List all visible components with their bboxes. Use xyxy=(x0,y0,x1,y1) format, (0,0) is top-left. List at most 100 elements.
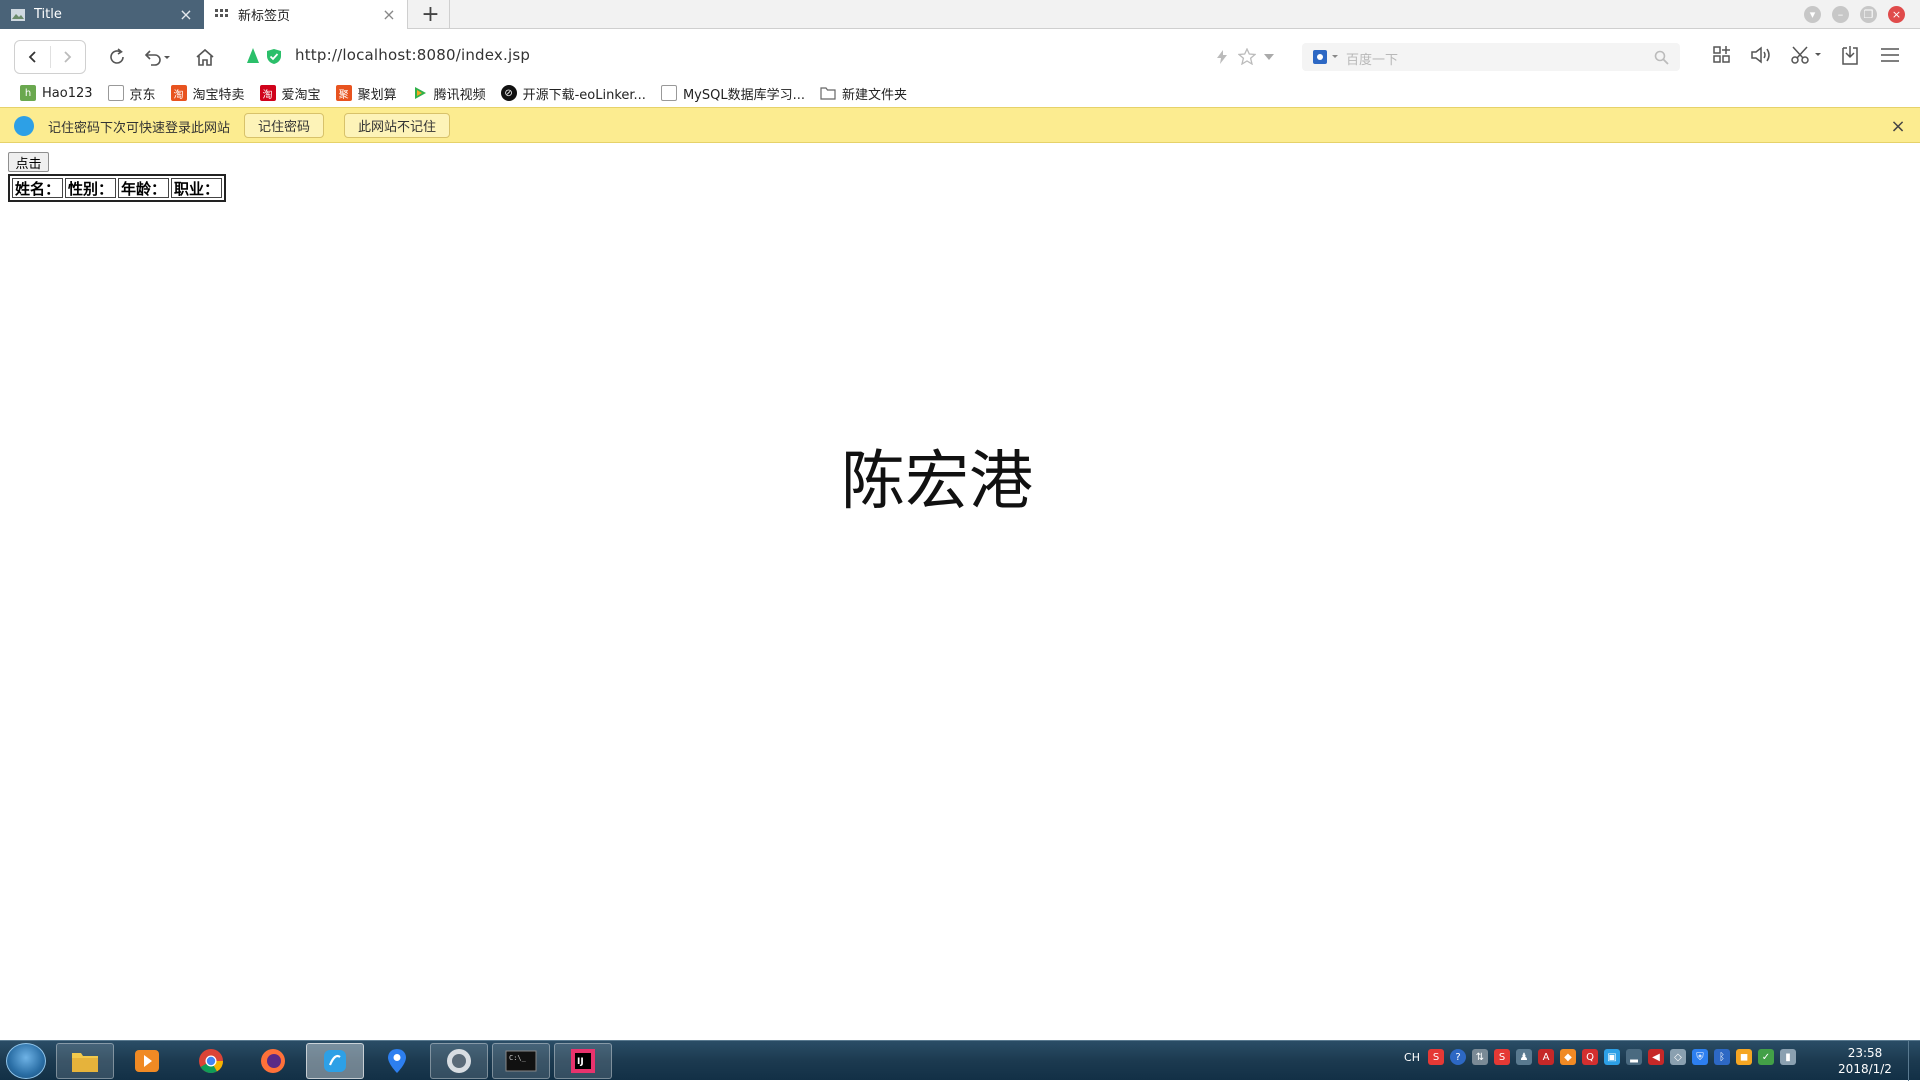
taskbar-chrome[interactable] xyxy=(182,1043,240,1079)
bookmark-eolinker[interactable]: ⊘ 开源下载-eoLinker... xyxy=(500,84,646,103)
table-header-age: 年龄： xyxy=(118,178,170,198)
download-icon[interactable] xyxy=(1840,44,1860,66)
bookmark-jd[interactable]: 京东 xyxy=(107,84,156,103)
eolinker-icon: ⊘ xyxy=(500,85,517,101)
media-player-icon xyxy=(135,1050,159,1072)
taskbar-file-explorer[interactable] xyxy=(56,1043,114,1079)
map-pin-icon xyxy=(388,1049,406,1073)
menu-icon[interactable] xyxy=(1880,46,1900,64)
chevron-down-icon[interactable] xyxy=(1264,54,1274,60)
bookmark-tencent-video[interactable]: 腾讯视频 xyxy=(412,84,486,103)
user-icon[interactable]: ♟ xyxy=(1516,1049,1532,1065)
big-name-text: 陈宏港 xyxy=(841,445,1033,519)
account-icon[interactable]: ▾ xyxy=(1804,6,1821,23)
bookmarks-bar: h Hao123 京东 淘 淘宝特卖 淘 爱淘宝 聚 聚划算 腾讯视频 ⊘ 开源… xyxy=(0,79,1920,107)
taskbar-app-circle[interactable] xyxy=(430,1043,488,1079)
clock-date: 2018/1/2 xyxy=(1838,1062,1892,1076)
speed-mode-icon[interactable] xyxy=(245,47,261,65)
tray-orange-icon[interactable]: ◼ xyxy=(1736,1049,1752,1065)
taskbar-firefox[interactable] xyxy=(244,1043,302,1079)
graduation-app-icon xyxy=(447,1049,471,1073)
diamond-icon[interactable]: ◇ xyxy=(1670,1049,1686,1065)
chrome-icon xyxy=(199,1049,223,1074)
qq-icon[interactable]: Q xyxy=(1582,1049,1598,1065)
chevron-left-icon xyxy=(28,51,36,63)
search-icon[interactable] xyxy=(1654,50,1669,65)
bluetooth-icon[interactable]: ᛒ xyxy=(1714,1049,1730,1065)
forward-button[interactable] xyxy=(50,41,84,73)
taskbar-maps[interactable] xyxy=(368,1043,426,1079)
juhuasuan-icon: 聚 xyxy=(335,85,352,101)
screenshot-scissors-icon[interactable] xyxy=(1790,45,1824,65)
search-placeholder: 百度一下 xyxy=(1346,53,1399,68)
reload-button[interactable] xyxy=(100,41,134,73)
table-header-occupation: 职业： xyxy=(171,178,223,198)
tab-title[interactable]: Title × xyxy=(0,0,204,29)
new-tab-button[interactable]: + xyxy=(412,0,450,29)
system-clock[interactable]: 23:58 2018/1/2 xyxy=(1830,1045,1900,1077)
signal-icon[interactable]: ▂ xyxy=(1626,1049,1642,1065)
lightning-icon[interactable] xyxy=(1216,50,1228,64)
input-language-indicator[interactable]: CH xyxy=(1402,1049,1422,1065)
taobao-icon: 淘 xyxy=(170,85,187,101)
star-bookmark-icon[interactable] xyxy=(1238,48,1256,65)
bookmark-hao123[interactable]: h Hao123 xyxy=(20,85,93,101)
tab-label: Title xyxy=(34,7,62,22)
tray-green-icon[interactable]: ✓ xyxy=(1758,1049,1774,1065)
speaker-muted-icon[interactable]: ◀ xyxy=(1648,1049,1664,1065)
show-desktop-button[interactable] xyxy=(1908,1041,1920,1081)
battery-icon[interactable]: ▮ xyxy=(1780,1049,1796,1065)
start-button[interactable] xyxy=(6,1043,46,1079)
aitaobao-icon: 淘 xyxy=(259,85,276,101)
minimize-icon[interactable]: – xyxy=(1832,6,1849,23)
remember-password-button[interactable]: 记住密码 xyxy=(244,113,324,138)
info-table: 姓名： 性别： 年龄： 职业： xyxy=(8,174,227,202)
close-window-icon[interactable]: × xyxy=(1888,6,1905,23)
secure-shield-icon[interactable] xyxy=(266,48,282,65)
page-icon xyxy=(107,85,124,101)
bookmark-juhuasuan[interactable]: 聚 聚划算 xyxy=(335,84,397,103)
tray-window-icon[interactable]: ▣ xyxy=(1604,1049,1620,1065)
close-infobar-icon[interactable]: × xyxy=(1888,116,1908,137)
tab-strip: Title × 新标签页 × + ▾ – ❐ × xyxy=(0,0,1920,29)
click-button[interactable]: 点击 xyxy=(8,152,49,172)
taskbar-browser-active[interactable] xyxy=(306,1043,364,1079)
address-bar[interactable]: http://localhost:8080/index.jsp xyxy=(295,46,530,64)
svg-text:C:\_: C:\_ xyxy=(509,1054,527,1062)
search-engine-icon[interactable] xyxy=(1312,49,1340,65)
close-tab-icon[interactable]: × xyxy=(178,5,194,24)
bookmark-mysql[interactable]: MySQL数据库学习... xyxy=(660,84,805,103)
save-password-infobar: 记住密码下次可快速登录此网站 记住密码 此网站不记住 × xyxy=(0,107,1920,143)
bookmark-taobao-temai[interactable]: 淘 淘宝特卖 xyxy=(170,84,245,103)
undo-close-button[interactable] xyxy=(140,41,174,73)
bookmark-new-folder[interactable]: 新建文件夹 xyxy=(820,84,907,103)
help-icon[interactable]: ? xyxy=(1450,1049,1466,1065)
adobe-icon[interactable]: A xyxy=(1538,1049,1554,1065)
bookmark-aitaobao[interactable]: 淘 爱淘宝 xyxy=(259,84,321,103)
back-button[interactable] xyxy=(16,41,50,73)
sogou-pinyin-icon[interactable]: S xyxy=(1494,1049,1510,1065)
never-remember-button[interactable]: 此网站不记住 xyxy=(344,113,450,138)
sound-icon[interactable] xyxy=(1750,45,1772,65)
sogou-icon[interactable]: S xyxy=(1428,1049,1444,1065)
intellij-icon: IJ xyxy=(571,1049,595,1073)
taskbar-cmd[interactable]: C:\_ xyxy=(492,1043,550,1079)
navigation-bar: http://localhost:8080/index.jsp 百度一下 xyxy=(0,30,1920,82)
browser-app-icon xyxy=(324,1050,346,1072)
close-tab-icon[interactable]: × xyxy=(381,5,397,24)
taskbar-media-player[interactable] xyxy=(118,1043,176,1079)
page-content: 点击 姓名： 性别： 年龄： 职业： 陈宏港 xyxy=(0,144,1920,1040)
shield-tray-icon[interactable]: ⛨ xyxy=(1692,1049,1708,1065)
home-button[interactable] xyxy=(188,41,222,73)
search-box[interactable]: 百度一下 xyxy=(1302,43,1680,71)
taskbar-intellij[interactable]: IJ xyxy=(554,1043,612,1079)
apps-icon[interactable] xyxy=(1712,45,1732,65)
tab-new-tab[interactable]: 新标签页 × xyxy=(204,0,408,29)
network-share-icon[interactable]: ⇅ xyxy=(1472,1049,1488,1065)
taskbar: C:\_ IJ CH S ? ⇅ S ♟ A ◆ Q ▣ ▂ ◀ ◇ ⛨ ᛒ ◼… xyxy=(0,1040,1920,1081)
restore-icon[interactable]: ❐ xyxy=(1860,6,1877,23)
undo-icon xyxy=(144,50,170,66)
clock-time: 23:58 xyxy=(1847,1046,1883,1060)
tray-app-icon[interactable]: ◆ xyxy=(1560,1049,1576,1065)
table-header-name: 姓名： xyxy=(12,178,64,198)
